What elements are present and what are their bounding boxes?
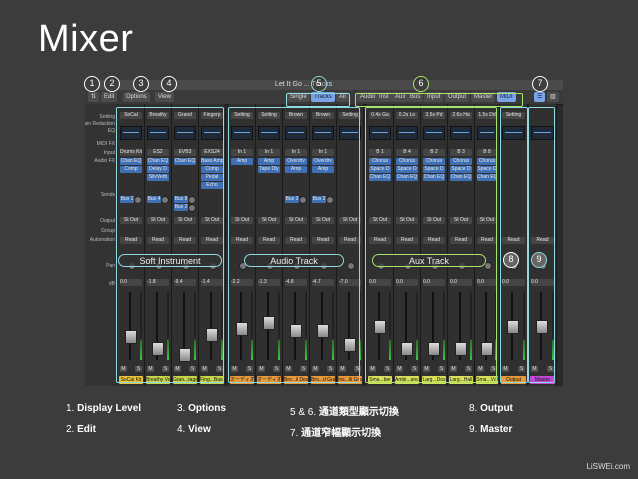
row-label: Automation xyxy=(89,237,115,243)
legend-num: 3. xyxy=(177,403,189,414)
narrow-view-button[interactable]: ▥ xyxy=(547,92,559,102)
callout-badge-9: 9 xyxy=(531,252,547,268)
legend-label: Options xyxy=(188,403,226,414)
row-label: dB xyxy=(108,281,115,287)
master-box xyxy=(528,107,555,383)
audio-track-label: Audio Track xyxy=(244,254,344,267)
callout-badge-7: 7 xyxy=(532,76,548,92)
callout-badge-8: 8 xyxy=(503,252,519,268)
row-label: Sends xyxy=(100,192,115,198)
row-label: MIDI FX xyxy=(96,141,115,147)
legend-label: 通道窄幅顯示切換 xyxy=(301,428,382,439)
callout-badge-5: 5 xyxy=(311,76,327,92)
legend-item: 1. Display Level xyxy=(66,403,141,414)
legend-num: 2. xyxy=(66,424,78,435)
legend-item: 5 & 6. 通道類型顯示切換 xyxy=(290,403,399,418)
legend-label: Output xyxy=(480,403,513,414)
legend-num: 5 & 6. xyxy=(290,407,319,418)
row-label: EQ xyxy=(107,128,115,134)
soft-instrument-label: Soft Instrument xyxy=(118,254,222,267)
filter-toggle-box xyxy=(355,93,523,107)
legend-label: Display Level xyxy=(77,403,142,414)
legend-num: 8. xyxy=(469,403,481,414)
legend-label: View xyxy=(188,424,211,435)
row-label: Pan xyxy=(106,263,115,269)
row-labels: SettingGain ReductionEQ MIDI FX Input Audio… xyxy=(85,104,117,386)
row-label: Output xyxy=(99,218,115,224)
edit-menu[interactable]: Edit xyxy=(101,92,118,102)
legend-num: 4. xyxy=(177,424,189,435)
legend-item: 7. 通道窄幅顯示切換 xyxy=(290,424,381,439)
credit: LiSWEi.com xyxy=(586,462,630,471)
row-label: Setting xyxy=(99,114,115,120)
legend-label: Edit xyxy=(77,424,97,435)
legend-label: 通道類型顯示切換 xyxy=(318,407,399,418)
row-label: Group xyxy=(101,228,115,234)
view-menu[interactable]: View xyxy=(155,92,174,102)
legend-item: 4. View xyxy=(177,424,211,435)
legend-num: 9. xyxy=(469,424,481,435)
audio-track-box xyxy=(228,107,360,383)
row-label: Input xyxy=(103,150,115,156)
row-label: Gain Reduction xyxy=(85,121,115,127)
aux-track-box xyxy=(365,107,497,383)
aux-track-label: Aux Track xyxy=(372,254,486,267)
legend-num: 7. xyxy=(290,428,302,439)
display-level-button[interactable]: ⇅ xyxy=(88,92,100,102)
callout-badge-3: 3 xyxy=(133,76,149,92)
legend-item: 2. Edit xyxy=(66,424,96,435)
slide-title: Mixer xyxy=(38,18,134,60)
soft-instrument-box xyxy=(116,107,224,383)
wide-view-button[interactable]: ☰ xyxy=(534,92,546,102)
legend-item: 3. Options xyxy=(177,403,226,414)
legend-item: 9. Master xyxy=(469,424,512,435)
callout-badge-4: 4 xyxy=(161,76,177,92)
callout-badge-2: 2 xyxy=(104,76,120,92)
legend-label: Master xyxy=(480,424,513,435)
output-box xyxy=(500,107,528,383)
options-menu[interactable]: Options xyxy=(123,92,150,102)
legend-item: 8. Output xyxy=(469,403,513,414)
callout-badge-6: 6 xyxy=(413,76,429,92)
legend-num: 1. xyxy=(66,403,78,414)
callout-badge-1: 1 xyxy=(84,76,100,92)
row-label: Audio FX xyxy=(94,158,115,164)
type-toggle-box xyxy=(286,93,350,107)
